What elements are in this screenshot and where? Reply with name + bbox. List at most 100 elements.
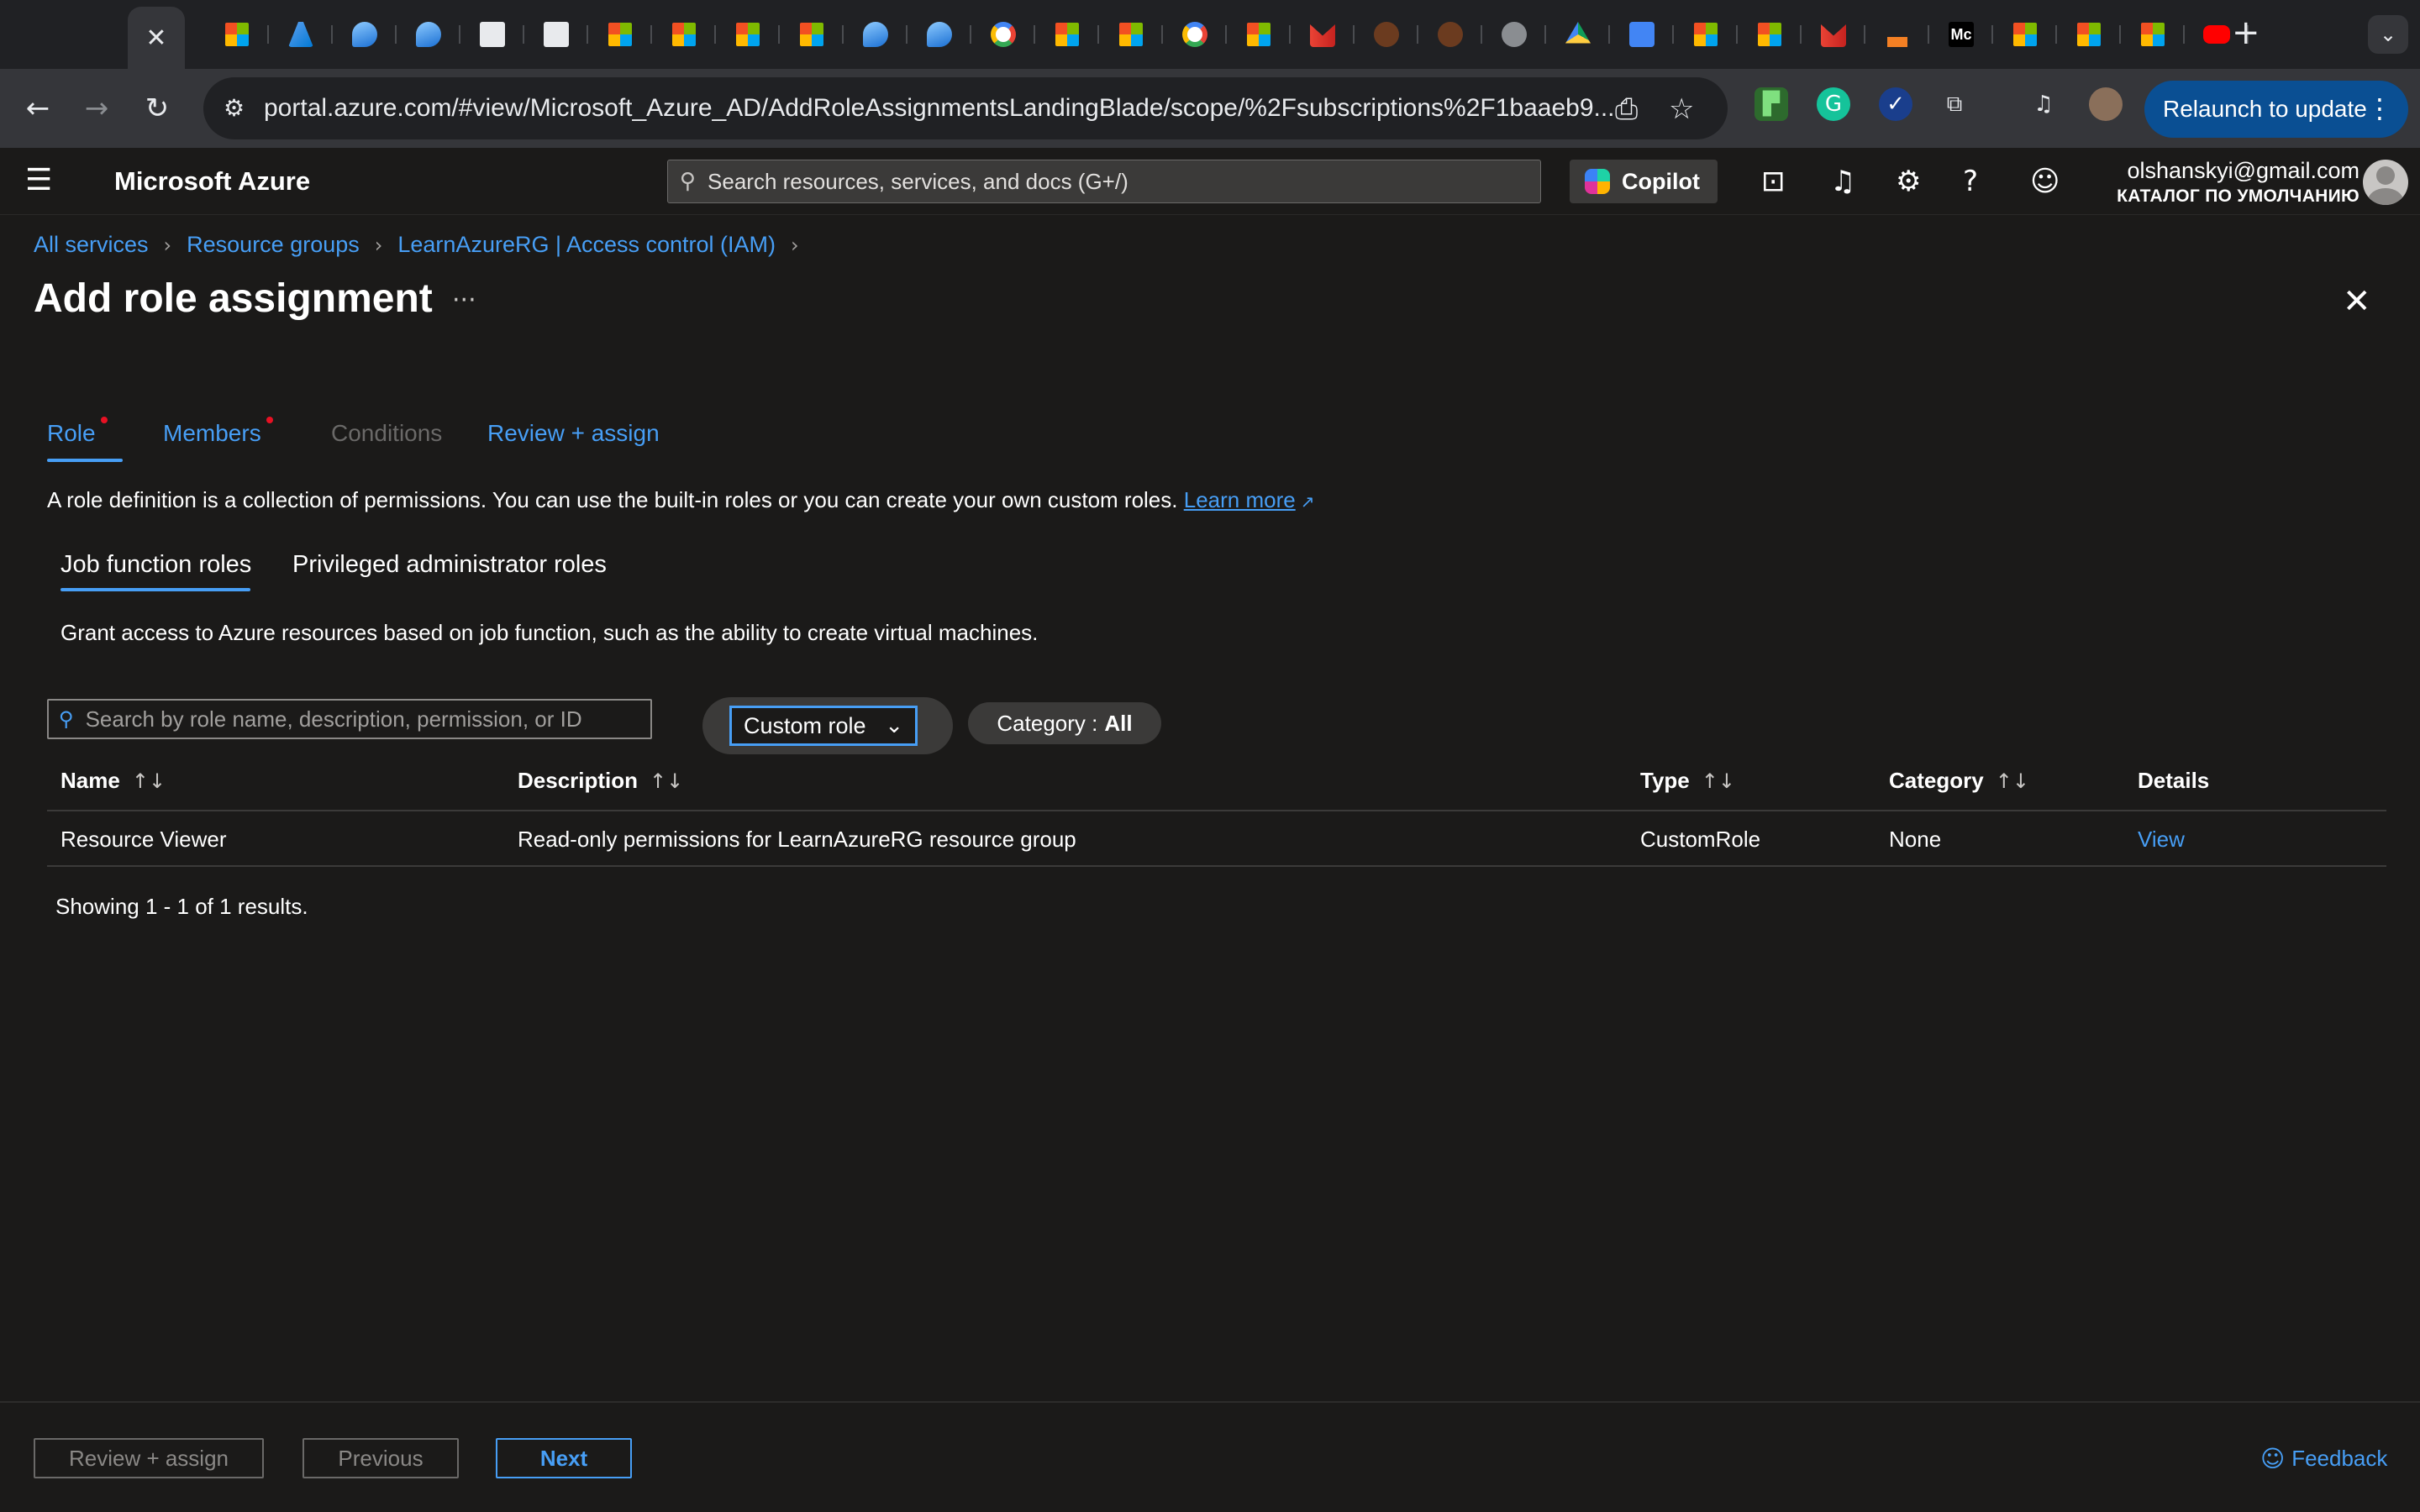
role-search-input[interactable] xyxy=(85,706,623,732)
tab-role[interactable]: Role xyxy=(47,417,108,447)
account-email[interactable]: olshanskyi@gmail.com xyxy=(2116,158,2360,184)
sort-arrows-icon[interactable]: ↑↓ xyxy=(132,769,166,793)
account-directory[interactable]: КАТАЛОГ ПО УМОЛЧАНИЮ xyxy=(2092,186,2360,207)
table-row[interactable]: Resource Viewer Read-only permissions fo… xyxy=(47,811,2386,867)
row-description: Read-only permissions for LearnAzureRG r… xyxy=(518,827,1076,852)
site-info-icon[interactable]: ⚙ xyxy=(224,94,245,122)
sort-arrows-icon[interactable]: ↑↓ xyxy=(1702,769,1735,793)
tab-members-label: Members xyxy=(163,420,261,446)
copilot-button[interactable]: Copilot xyxy=(1570,160,1718,203)
grammarly-icon[interactable]: G xyxy=(1817,87,1850,121)
browser-tab[interactable] xyxy=(269,17,333,52)
feedback-link[interactable]: ☺ Feedback xyxy=(2260,1445,2387,1473)
browser-tab[interactable] xyxy=(780,17,844,52)
browser-menu-icon[interactable]: ⋮ xyxy=(2366,92,2393,124)
learn-more-link[interactable]: Learn more xyxy=(1184,487,1296,512)
cloud-shell-icon[interactable]: ⊡ xyxy=(1761,165,1786,198)
browser-tab[interactable] xyxy=(652,17,716,52)
browser-tab[interactable] xyxy=(716,17,780,52)
breadcrumb-access-control[interactable]: LearnAzureRG | Access control (IAM) xyxy=(397,232,776,258)
browser-tab[interactable] xyxy=(1674,17,1738,52)
reload-icon[interactable]: ↻ xyxy=(136,87,178,129)
global-search-box[interactable]: ⚲ Search resources, services, and docs (… xyxy=(667,160,1541,203)
tab-job-function-roles[interactable]: Job function roles xyxy=(60,551,251,579)
browser-tab[interactable] xyxy=(1035,17,1099,52)
browser-tab[interactable] xyxy=(1227,17,1291,52)
browser-tab[interactable] xyxy=(524,17,588,52)
breadcrumb-resource-groups[interactable]: Resource groups xyxy=(187,232,360,258)
bookmark-star-icon[interactable]: ☆ xyxy=(1669,92,1694,126)
column-header-category[interactable]: Category ↑↓ xyxy=(1889,768,2029,794)
breadcrumb-all-services[interactable]: All services xyxy=(34,232,149,258)
close-icon[interactable]: ✕ xyxy=(2343,282,2371,321)
browser-tab[interactable] xyxy=(1291,17,1355,52)
view-details-link[interactable]: View xyxy=(2138,827,2185,853)
back-arrow-icon[interactable]: ← xyxy=(17,87,59,129)
relaunch-to-update-button[interactable]: Relaunch to update ⋮ xyxy=(2144,81,2408,138)
browser-tab[interactable] xyxy=(1418,17,1482,52)
column-header-name[interactable]: Name ↑↓ xyxy=(60,768,166,794)
review-assign-button[interactable]: Review + assign xyxy=(34,1438,264,1478)
browser-tab[interactable] xyxy=(588,17,652,52)
category-filter-pill[interactable]: Category : All xyxy=(968,702,1161,744)
notifications-bell-icon[interactable]: ♫ xyxy=(1830,165,1855,198)
next-button[interactable]: Next xyxy=(496,1438,632,1478)
browser-tab[interactable] xyxy=(1865,17,1929,52)
new-tab-button[interactable]: + xyxy=(2232,13,2260,52)
job-function-description: Grant access to Azure resources based on… xyxy=(60,620,1039,645)
browser-tab[interactable] xyxy=(2121,17,2185,52)
forward-arrow-icon[interactable]: → xyxy=(76,87,118,129)
more-options-icon[interactable]: ··· xyxy=(452,286,476,315)
browser-tab[interactable] xyxy=(1993,17,2057,52)
browser-tab[interactable]: Mc xyxy=(1929,17,1993,52)
feedback-person-icon[interactable]: ☺ xyxy=(2030,165,2060,198)
close-tab-icon[interactable]: ✕ xyxy=(145,24,166,53)
media-controls-icon[interactable]: ♫ xyxy=(2027,87,2060,121)
column-header-description[interactable]: Description ↑↓ xyxy=(518,768,683,794)
settings-gear-icon[interactable]: ⚙ xyxy=(1896,165,1921,198)
tab-search-button[interactable]: ⌄ xyxy=(2368,15,2408,54)
browser-tab[interactable] xyxy=(205,17,269,52)
profile-avatar-icon[interactable] xyxy=(2089,87,2123,121)
sort-arrows-icon[interactable]: ↑↓ xyxy=(1996,769,2029,793)
browser-tab[interactable] xyxy=(1802,17,1865,52)
role-search-box[interactable]: ⚲ xyxy=(47,699,652,739)
browser-tab[interactable] xyxy=(844,17,908,52)
checkmark-extension-icon[interactable]: ✓ xyxy=(1879,87,1912,121)
account-avatar[interactable] xyxy=(2363,160,2408,205)
browser-tab[interactable] xyxy=(1482,17,1546,52)
browser-tab[interactable] xyxy=(397,17,460,52)
browser-tab[interactable] xyxy=(333,17,397,52)
role-type-dropdown[interactable]: Custom role ⌄ xyxy=(729,706,918,746)
address-bar[interactable]: ⚙ portal.azure.com/#view/Microsoft_Azure… xyxy=(203,77,1728,139)
browser-tab[interactable] xyxy=(908,17,971,52)
install-app-icon[interactable]: ⎙ xyxy=(1615,92,1638,126)
feedback-icon: ☺ xyxy=(2260,1445,2286,1473)
help-icon[interactable]: ? xyxy=(1963,165,1978,198)
doc-favicon-icon xyxy=(544,22,569,47)
extensions-puzzle-icon[interactable]: ⧉ xyxy=(1938,87,1971,121)
browser-tab[interactable] xyxy=(971,17,1035,52)
browser-toolbar: ← → ↻ ⚙ portal.azure.com/#view/Microsoft… xyxy=(0,69,2420,148)
azure-brand[interactable]: Microsoft Azure xyxy=(114,166,310,197)
browser-tab[interactable] xyxy=(1355,17,1418,52)
extension-green-icon[interactable]: ▛ xyxy=(1754,87,1788,121)
url-text[interactable]: portal.azure.com/#view/Microsoft_Azure_A… xyxy=(264,94,1625,123)
browser-tab[interactable] xyxy=(460,17,524,52)
tab-review-assign[interactable]: Review + assign xyxy=(487,420,660,447)
tab-members[interactable]: Members xyxy=(163,417,273,447)
tab-role-label: Role xyxy=(47,420,96,446)
previous-button[interactable]: Previous xyxy=(302,1438,459,1478)
active-tab[interactable]: ✕ xyxy=(128,7,185,69)
browser-tab[interactable] xyxy=(1546,17,1610,52)
browser-tab[interactable] xyxy=(1163,17,1227,52)
column-header-type[interactable]: Type ↑↓ xyxy=(1640,768,1735,794)
sort-arrows-icon[interactable]: ↑↓ xyxy=(650,769,683,793)
portal-menu-icon[interactable]: ☰ xyxy=(25,163,52,197)
browser-tab[interactable] xyxy=(1738,17,1802,52)
tab-conditions[interactable]: Conditions xyxy=(331,420,442,447)
browser-tab[interactable] xyxy=(1610,17,1674,52)
browser-tab[interactable] xyxy=(2057,17,2121,52)
browser-tab[interactable] xyxy=(1099,17,1163,52)
tab-privileged-administrator-roles[interactable]: Privileged administrator roles xyxy=(292,551,607,579)
